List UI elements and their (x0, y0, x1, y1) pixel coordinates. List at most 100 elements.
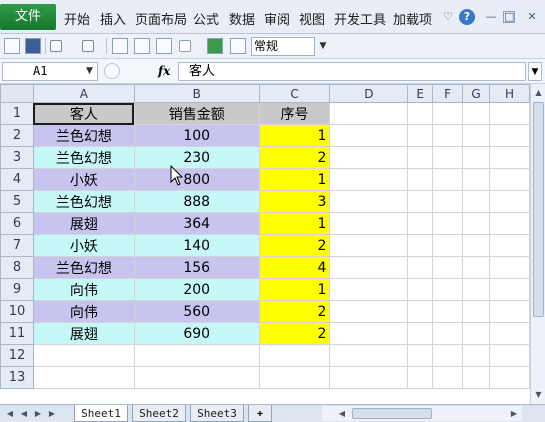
empty-cell[interactable] (462, 366, 491, 389)
empty-cell[interactable] (432, 322, 464, 345)
column-header-g[interactable]: G (462, 84, 491, 103)
prev-sheet-icon[interactable]: ◀ (18, 406, 30, 421)
new-document-icon[interactable] (134, 38, 150, 54)
tab-home[interactable]: 开始 (64, 9, 90, 28)
row-header[interactable]: 8 (0, 256, 34, 279)
seq-cell[interactable]: 3 (258, 190, 331, 213)
empty-cell[interactable] (407, 234, 434, 257)
amount-cell[interactable]: 156 (133, 256, 260, 279)
empty-cell[interactable] (432, 102, 464, 125)
row-header[interactable]: 7 (0, 234, 34, 257)
empty-cell[interactable] (407, 212, 434, 235)
seq-cell[interactable]: 1 (258, 278, 331, 301)
empty-cell[interactable] (489, 190, 530, 213)
tab-page-layout[interactable]: 页面布局 (135, 9, 187, 28)
row-header[interactable]: 5 (0, 190, 34, 213)
sheet-tab-1[interactable]: Sheet1 (74, 405, 128, 422)
minimize-icon[interactable]: — (483, 9, 499, 25)
empty-cell[interactable] (462, 212, 491, 235)
scroll-right-icon[interactable]: ▶ (508, 406, 520, 421)
empty-cell[interactable] (462, 278, 491, 301)
empty-cell[interactable] (462, 190, 491, 213)
empty-cell[interactable] (462, 124, 491, 147)
insert-function-icon[interactable]: fx (158, 62, 170, 81)
guest-cell[interactable]: 兰色幻想 (32, 190, 135, 213)
tab-addins[interactable]: 加载项 (393, 9, 432, 28)
last-sheet-icon[interactable]: ▶ (46, 406, 58, 421)
row-header[interactable]: 13 (0, 366, 34, 389)
empty-cell[interactable] (462, 256, 491, 279)
sheet-tab-3[interactable]: Sheet3 (190, 405, 244, 422)
calculator-icon[interactable] (4, 38, 20, 54)
empty-cell[interactable] (329, 278, 409, 301)
empty-cell[interactable] (489, 322, 530, 345)
empty-cell[interactable] (329, 212, 409, 235)
chevron-down-icon[interactable]: ▼ (528, 62, 542, 81)
column-header-d[interactable]: D (329, 84, 409, 103)
empty-cell[interactable] (462, 234, 491, 257)
empty-cell[interactable] (407, 322, 434, 345)
horizontal-scrollbar[interactable]: ◀ ▶ (322, 406, 522, 421)
column-header-c[interactable]: C (258, 84, 331, 103)
guest-cell[interactable]: 展翅 (32, 212, 135, 235)
tab-view[interactable]: 视图 (299, 9, 325, 28)
tab-insert[interactable]: 插入 (100, 9, 126, 28)
ribbon-collapse-icon[interactable]: ♡ (440, 9, 456, 25)
empty-cell[interactable] (462, 344, 491, 367)
empty-cell[interactable] (329, 234, 409, 257)
sheet-tab-2[interactable]: Sheet2 (132, 405, 186, 422)
empty-cell[interactable] (407, 168, 434, 191)
empty-cell[interactable] (329, 168, 409, 191)
empty-cell[interactable] (407, 146, 434, 169)
checkbox-icon[interactable] (179, 40, 191, 52)
empty-cell[interactable] (432, 278, 464, 301)
amount-cell[interactable]: 888 (133, 190, 260, 213)
empty-cell[interactable] (489, 102, 530, 125)
cancel-entry-icon[interactable] (104, 63, 120, 79)
row-header[interactable]: 4 (0, 168, 34, 191)
empty-cell[interactable] (32, 344, 135, 367)
empty-cell[interactable] (489, 256, 530, 279)
seq-cell[interactable]: 1 (258, 124, 331, 147)
redo-icon[interactable] (82, 40, 94, 52)
empty-cell[interactable] (329, 300, 409, 323)
guest-cell[interactable]: 小妖 (32, 234, 135, 257)
amount-cell[interactable]: 800 (133, 168, 260, 191)
empty-cell[interactable] (407, 300, 434, 323)
amount-cell[interactable]: 560 (133, 300, 260, 323)
empty-cell[interactable] (462, 322, 491, 345)
empty-cell[interactable] (462, 300, 491, 323)
empty-cell[interactable] (462, 102, 491, 125)
empty-cell[interactable] (432, 300, 464, 323)
amount-cell[interactable]: 100 (133, 124, 260, 147)
guest-cell[interactable]: 兰色幻想 (32, 256, 135, 279)
empty-cell[interactable] (432, 256, 464, 279)
empty-cell[interactable] (329, 256, 409, 279)
header-cell-amount[interactable]: 销售金额 (133, 102, 260, 125)
row-header[interactable]: 2 (0, 124, 34, 147)
empty-cell[interactable] (432, 234, 464, 257)
guest-cell[interactable]: 向伟 (32, 300, 135, 323)
print-preview-icon[interactable] (112, 38, 128, 54)
empty-cell[interactable] (489, 168, 530, 191)
empty-cell[interactable] (462, 146, 491, 169)
empty-cell[interactable] (407, 190, 434, 213)
tab-data[interactable]: 数据 (229, 9, 255, 28)
empty-cell[interactable] (407, 278, 434, 301)
select-all-corner[interactable] (0, 84, 34, 103)
empty-cell[interactable] (489, 300, 530, 323)
guest-cell[interactable]: 兰色幻想 (32, 146, 135, 169)
column-header-a[interactable]: A (32, 84, 135, 103)
row-header[interactable]: 3 (0, 146, 34, 169)
first-sheet-icon[interactable]: ◀ (4, 406, 16, 421)
empty-cell[interactable] (329, 366, 409, 389)
chevron-down-icon[interactable]: ▼ (86, 62, 93, 81)
empty-cell[interactable] (432, 366, 464, 389)
seq-cell[interactable]: 2 (258, 146, 331, 169)
help-icon[interactable]: ? (459, 9, 475, 25)
seq-cell[interactable]: 4 (258, 256, 331, 279)
column-header-h[interactable]: H (489, 84, 530, 103)
empty-cell[interactable] (407, 102, 434, 125)
seq-cell[interactable]: 2 (258, 322, 331, 345)
excel-icon[interactable] (207, 38, 223, 54)
